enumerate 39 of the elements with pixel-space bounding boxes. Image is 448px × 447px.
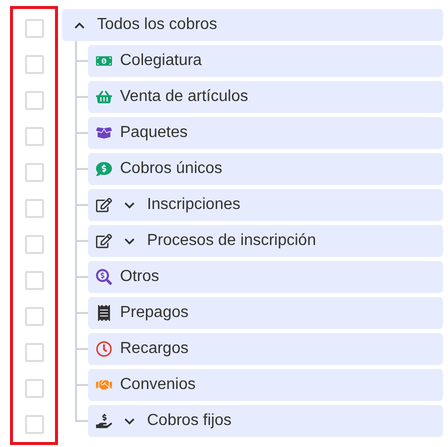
tree-item[interactable]: Prepagos bbox=[88, 297, 443, 329]
chat-dollar-icon bbox=[96, 161, 112, 177]
checkbox[interactable] bbox=[24, 306, 44, 326]
basket-icon bbox=[96, 89, 112, 105]
receipt-icon bbox=[96, 305, 112, 321]
tree-item[interactable]: Otros bbox=[88, 261, 443, 293]
tree-item[interactable]: Colegiatura bbox=[88, 45, 443, 77]
chevron-icon[interactable] bbox=[124, 236, 135, 246]
checkbox[interactable] bbox=[24, 378, 44, 398]
checkbox[interactable] bbox=[24, 162, 44, 182]
box-icon bbox=[96, 125, 112, 141]
tree-item[interactable]: Cobros fijos bbox=[88, 405, 443, 437]
checkbox[interactable] bbox=[24, 126, 44, 146]
checkbox[interactable] bbox=[24, 18, 44, 38]
hand-coin-icon bbox=[96, 413, 112, 429]
checkbox[interactable] bbox=[24, 234, 44, 254]
edit-icon bbox=[96, 233, 112, 249]
banknote-icon bbox=[96, 53, 112, 69]
handshake-icon bbox=[96, 377, 112, 393]
chevron-icon[interactable] bbox=[124, 416, 135, 426]
edit-icon bbox=[96, 197, 112, 213]
tree-item[interactable]: Cobros únicos bbox=[88, 153, 443, 185]
tree-item[interactable]: Inscripciones bbox=[88, 189, 443, 221]
tree-item[interactable]: Procesos de inscripción bbox=[88, 225, 443, 257]
tree-item[interactable]: Venta de artículos bbox=[88, 81, 443, 113]
chevron-icon[interactable] bbox=[74, 20, 85, 30]
tree-item[interactable]: Recargos bbox=[88, 333, 443, 365]
clock-icon bbox=[96, 341, 112, 357]
tree-item[interactable]: Convenios bbox=[88, 369, 443, 401]
checkbox[interactable] bbox=[24, 54, 44, 74]
checkbox[interactable] bbox=[24, 414, 44, 434]
checkbox[interactable] bbox=[24, 198, 44, 218]
checkbox[interactable] bbox=[24, 342, 44, 362]
tree-item[interactable]: Todos los cobros bbox=[62, 9, 443, 41]
search-icon bbox=[96, 269, 112, 285]
checkbox[interactable] bbox=[24, 270, 44, 290]
tree-item[interactable]: Paquetes bbox=[88, 117, 443, 149]
chevron-icon[interactable] bbox=[124, 200, 135, 210]
checkbox[interactable] bbox=[24, 90, 44, 110]
